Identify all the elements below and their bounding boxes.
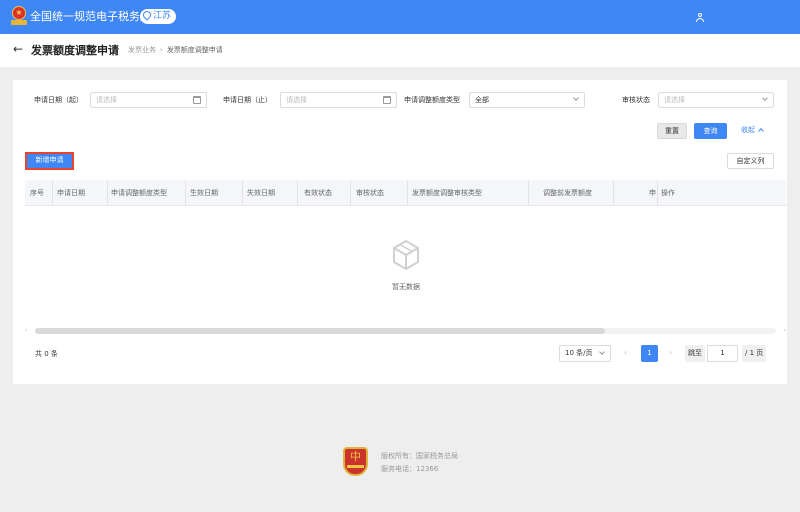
user-icon[interactable] [696,13,704,22]
adjust-type-label: 申请调整额度类型 [404,96,460,104]
location-pin-icon [141,9,153,21]
chevron-up-icon [758,128,764,134]
column-header: 序号 [30,189,44,197]
chevron-down-icon [762,95,768,101]
calendar-icon [193,96,201,104]
column-header: 发票额度调整审核类型 [412,189,482,197]
end-date-placeholder: 请选择 [286,96,307,104]
next-page-icon[interactable]: › [669,348,672,358]
chevron-down-icon [573,95,579,101]
page-size-value: 10 条/页 [565,349,593,357]
jump-page-input[interactable]: 1 [707,345,738,362]
reset-button[interactable]: 重置 [657,123,687,139]
footer-hotline: 服务电话：12366 [381,465,439,473]
column-header: 审核状态 [356,189,384,197]
calendar-icon [383,96,391,104]
review-status-select[interactable]: 请选择 [658,92,774,108]
breadcrumb-separator: › [160,46,163,54]
adjust-type-value: 全部 [475,96,489,104]
review-status-placeholder: 请选择 [664,96,685,104]
query-button[interactable]: 查询 [694,123,727,139]
horizontal-scrollbar[interactable]: ‹ › [25,327,786,335]
column-header: 生效日期 [190,189,218,197]
region-selector[interactable]: 江苏 [140,9,177,24]
breadcrumb-item-invoice-business[interactable]: 发票业务 [128,46,156,54]
empty-box-icon [393,239,419,271]
back-arrow-icon[interactable]: ← [13,43,25,55]
prev-page-icon[interactable]: ‹ [624,348,627,358]
main-card: 申请日期（起） 请选择 申请日期（止） 请选择 申请调整额度类型 全部 审核状态… [13,80,787,384]
page-size-select[interactable]: 10 条/页 [559,345,611,362]
page-number-current[interactable]: 1 [641,345,658,362]
scrollbar-thumb[interactable] [35,328,605,334]
chevron-left-icon[interactable]: ‹ [25,326,27,336]
site-title[interactable]: 全国统一规范电子税务局 [30,10,151,24]
page-count: / 1 页 [742,345,767,362]
jump-label: 跳至 [685,345,705,362]
custom-columns-button[interactable]: 自定义列 [727,153,774,169]
empty-state-text: 暂无数据 [392,283,420,291]
top-bar: ★ 全国统一规范电子税务局 江苏 [0,0,800,34]
start-date-placeholder: 请选择 [96,96,117,104]
end-date-label: 申请日期（止） [223,96,272,104]
region-name: 江苏 [153,11,172,21]
column-header: 申请调整额度类型 [111,189,167,197]
breadcrumb: 发票业务 › 发票额度调整申请 [128,46,223,55]
page-header: ← 发票额度调整申请 发票业务 › 发票额度调整申请 [0,34,800,67]
review-status-label: 审核状态 [622,96,650,104]
emblem-icon: ★ [11,6,27,26]
column-header: 申请日期 [57,189,85,197]
add-application-button[interactable]: 新增申请 [25,152,74,170]
page-title: 发票额度调整申请 [31,44,119,57]
column-header: 有效状态 [304,189,332,197]
footer-copyright: 版权所有：国家税务总局 [381,452,458,460]
collapse-label: 收起 [741,126,755,134]
collapse-toggle[interactable]: 收起 [735,123,769,139]
column-header: 失效日期 [247,189,275,197]
column-header: 操作 [661,189,675,197]
tax-bureau-logo-icon: 中 [343,447,368,476]
table-header: 序号 申请日期 申请调整额度类型 生效日期 失效日期 有效状态 审核状态 发票额… [25,180,786,206]
breadcrumb-item-current: 发票额度调整申请 [166,46,223,54]
column-header: 调整前发票额度 [543,189,592,197]
start-date-input[interactable]: 请选择 [90,92,207,108]
adjust-type-select[interactable]: 全部 [469,92,585,108]
start-date-label: 申请日期（起） [34,96,83,104]
total-count: 共 0 条 [35,350,58,358]
end-date-input[interactable]: 请选择 [280,92,397,108]
chevron-down-icon [599,349,605,355]
chevron-right-icon[interactable]: › [784,326,786,336]
